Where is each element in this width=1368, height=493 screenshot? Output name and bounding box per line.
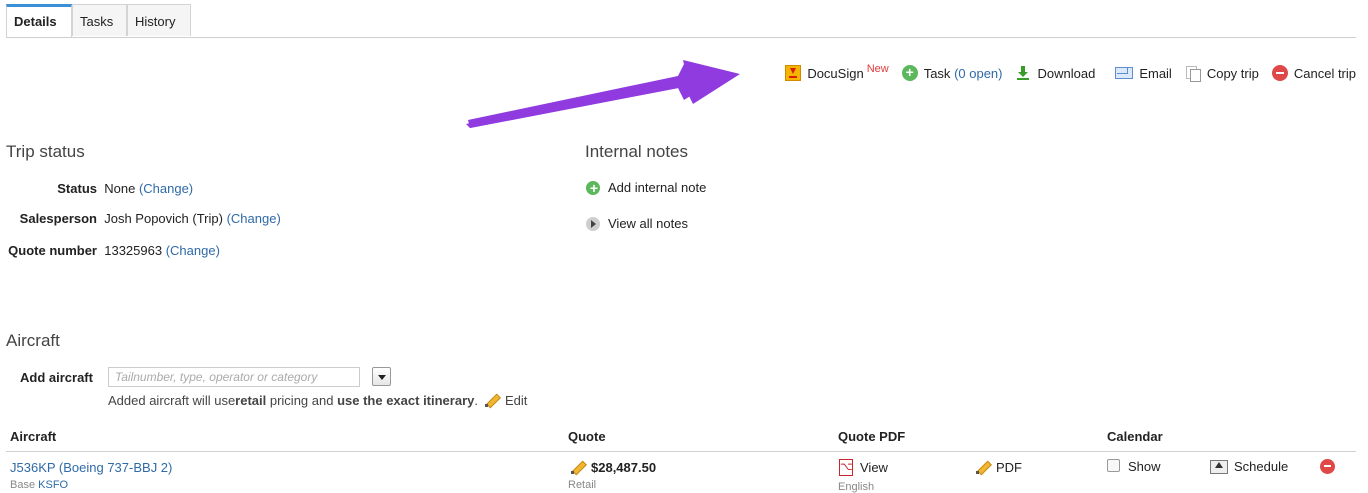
edit-pdf-icon (975, 459, 991, 475)
base-code-link[interactable]: KSFO (38, 479, 68, 491)
hint-exact-itinerary: use the exact itinerary (337, 392, 475, 408)
edit-pdf-button[interactable]: PDF (975, 459, 1022, 475)
cancel-icon (1271, 65, 1288, 81)
status-value: None (104, 181, 136, 196)
pencil-icon (484, 392, 500, 408)
hint-mid: pricing and (266, 392, 338, 408)
schedule-icon (1210, 459, 1228, 474)
salesperson-value: Josh Popovich (Trip) (104, 211, 223, 226)
aircraft-search-input[interactable] (108, 367, 360, 387)
view-pdf-label: View (860, 459, 888, 475)
copy-trip-button[interactable]: Copy trip (1185, 65, 1259, 82)
salesperson-key: Salesperson (19, 211, 97, 226)
task-open-count[interactable]: (0 open) (954, 66, 1002, 81)
pdf-language: English (838, 481, 875, 493)
trip-status-title: Trip status (6, 142, 85, 161)
status-key: Status (57, 181, 97, 196)
email-label: Email (1139, 65, 1172, 81)
salesperson-row: Salesperson Josh Popovich (Trip) (Change… (6, 211, 281, 226)
docusign-button[interactable]: DocuSign New (785, 63, 889, 81)
tab-history[interactable]: History (127, 4, 191, 36)
salesperson-change-link[interactable]: (Change) (227, 211, 281, 226)
add-icon (586, 180, 602, 196)
quote-number-value: 13325963 (104, 243, 163, 258)
column-calendar: Calendar (1107, 429, 1163, 444)
download-label: Download (1037, 65, 1096, 81)
copy-trip-label: Copy trip (1206, 65, 1259, 81)
column-quote: Quote (568, 429, 606, 444)
base-label: Base (10, 479, 36, 491)
tab-tasks[interactable]: Tasks (72, 4, 127, 36)
add-internal-note[interactable]: Add internal note (586, 180, 707, 196)
quote-number-change-link[interactable]: (Change) (166, 243, 220, 258)
pdf-icon (838, 459, 854, 476)
play-icon (586, 216, 600, 231)
remove-aircraft-button[interactable] (1320, 459, 1335, 477)
quote-number-row: Quote number 13325963 (Change) (6, 243, 220, 258)
action-bar: DocuSign New Task (0 open) Download Emai… (772, 63, 1356, 82)
internal-notes-title: Internal notes (585, 142, 689, 161)
quote-pricing-type: Retail (568, 479, 597, 491)
tab-bar: Details Tasks History (6, 4, 1356, 38)
status-row: Status None (Change) (6, 181, 193, 196)
add-aircraft-label: Add aircraft (20, 370, 93, 385)
hint-prefix: Added aircraft will use (108, 392, 236, 408)
pdf-label: PDF (996, 459, 1022, 475)
cancel-trip-button[interactable]: Cancel trip (1271, 65, 1356, 81)
download-button[interactable]: Download (1015, 65, 1095, 81)
cancel-trip-label: Cancel trip (1293, 65, 1356, 81)
schedule-button[interactable]: Schedule (1210, 459, 1288, 474)
column-aircraft: Aircraft (10, 429, 57, 444)
task-button[interactable]: Task (0 open) (901, 64, 1002, 81)
email-button[interactable]: Email (1115, 66, 1172, 81)
view-all-notes-label: View all notes (608, 216, 688, 231)
new-badge: New (866, 63, 889, 75)
docusign-icon (785, 65, 802, 81)
edit-pricing-button[interactable]: Edit (484, 392, 527, 408)
edit-label: Edit (505, 392, 528, 408)
tab-details[interactable]: Details (6, 4, 72, 37)
view-pdf-button[interactable]: View (838, 459, 888, 476)
hint-retail: retail (235, 392, 267, 408)
copy-icon (1185, 65, 1201, 82)
task-label: Task (923, 65, 951, 81)
show-label: Show (1128, 459, 1161, 474)
quote-amount: $28,487.50 (591, 459, 657, 475)
pricing-hint: Added aircraft will use retail pricing a… (108, 392, 527, 408)
column-quote-pdf: Quote PDF (838, 429, 906, 444)
docusign-label: DocuSign (807, 65, 864, 81)
schedule-label: Schedule (1234, 459, 1289, 474)
aircraft-title: Aircraft (6, 331, 60, 350)
show-calendar-toggle[interactable]: Show (1107, 459, 1161, 474)
view-all-notes[interactable]: View all notes (586, 216, 688, 231)
table-divider (6, 451, 1356, 452)
hint-suffix: . (474, 392, 478, 408)
quote-cell[interactable]: $28,487.50 (570, 459, 656, 475)
quote-number-key: Quote number (8, 243, 97, 258)
edit-quote-icon (570, 459, 586, 475)
status-change-link[interactable]: (Change) (139, 181, 193, 196)
add-internal-note-label: Add internal note (608, 180, 707, 195)
aircraft-base: Base KSFO (10, 479, 68, 491)
download-icon (1015, 65, 1031, 81)
show-checkbox[interactable] (1107, 459, 1120, 472)
add-task-icon (901, 64, 918, 81)
aircraft-dropdown-button[interactable] (372, 367, 391, 386)
aircraft-name-link[interactable]: J536KP (Boeing 737-BBJ 2) (10, 460, 172, 475)
remove-icon (1320, 459, 1335, 474)
email-icon (1115, 67, 1134, 79)
